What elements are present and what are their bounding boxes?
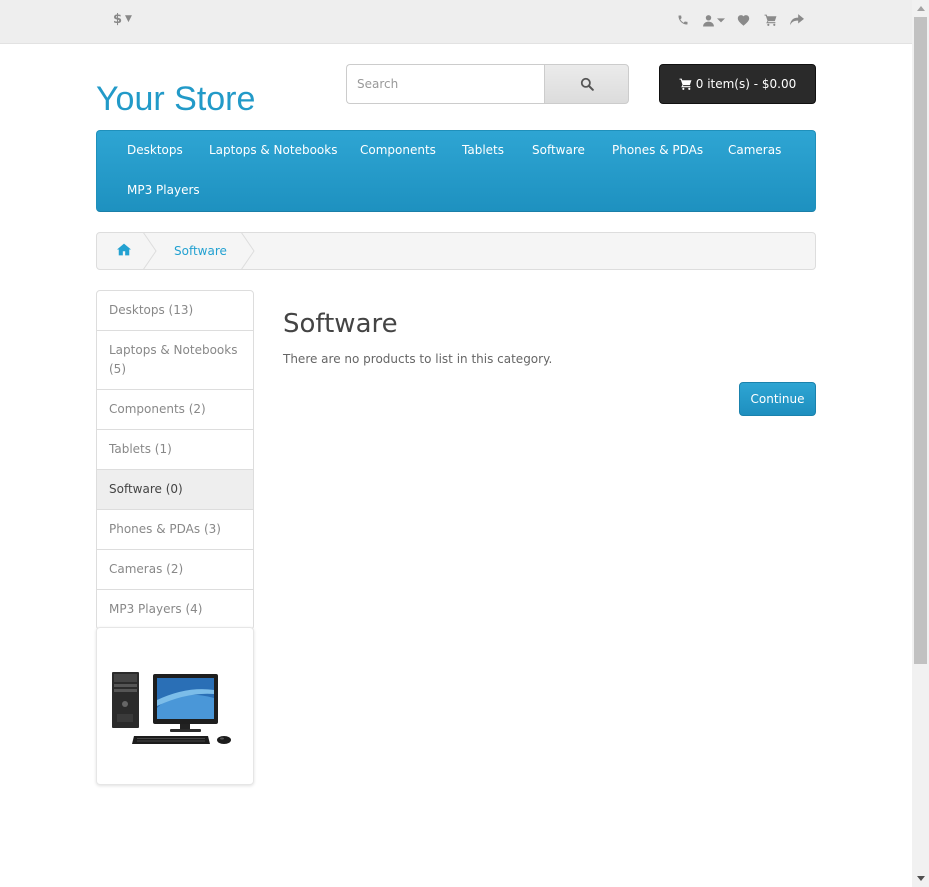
menu-item-software[interactable]: Software: [532, 143, 585, 157]
page-scrollbar[interactable]: [912, 0, 929, 887]
menu-item-phones-pdas[interactable]: Phones & PDAs: [612, 143, 703, 157]
menu-item-mp3-players[interactable]: MP3 Players: [127, 183, 200, 197]
cart-total: 0 item(s) - $0.00: [695, 77, 797, 91]
phone-icon[interactable]: [672, 10, 694, 30]
store-logo[interactable]: Your Store: [96, 80, 255, 119]
breadcrumb: Software: [96, 232, 816, 270]
desktop-banner[interactable]: [96, 627, 254, 785]
scroll-thumb[interactable]: [914, 17, 927, 664]
empty-category-message: There are no products to list in this ca…: [283, 352, 553, 366]
category-item-software[interactable]: Software (0): [96, 470, 254, 510]
menu-item-cameras[interactable]: Cameras: [728, 143, 781, 157]
desktop-computer-image: [112, 672, 231, 744]
category-item-components[interactable]: Components (2): [96, 390, 254, 430]
search-icon: [580, 77, 594, 91]
top-links: [667, 10, 808, 30]
search-button[interactable]: [544, 64, 629, 104]
breadcrumb-item-software[interactable]: Software: [174, 244, 227, 258]
category-item-tablets[interactable]: Tablets (1): [96, 430, 254, 470]
currency-symbol: $: [113, 12, 123, 27]
breadcrumb-separator: [143, 232, 157, 270]
category-item-cameras[interactable]: Cameras (2): [96, 550, 254, 590]
top-bar: $ ▼: [0, 0, 912, 44]
share-icon[interactable]: [786, 10, 808, 30]
cart-icon[interactable]: [759, 10, 781, 30]
menu-item-components[interactable]: Components: [360, 143, 436, 157]
heart-icon[interactable]: [732, 10, 754, 30]
category-item-laptops-notebooks[interactable]: Laptops & Notebooks (5): [96, 331, 254, 390]
breadcrumb-separator: [241, 232, 255, 270]
home-icon[interactable]: [117, 243, 131, 259]
cart-button[interactable]: 0 item(s) - $0.00: [659, 64, 816, 104]
category-list: Desktops (13) Laptops & Notebooks (5) Co…: [96, 290, 254, 630]
caret-down-icon: ▼: [125, 14, 132, 24]
scroll-up-arrow-icon[interactable]: [912, 0, 929, 17]
search-input[interactable]: [346, 64, 555, 104]
currency-dropdown[interactable]: $ ▼: [113, 12, 132, 27]
category-item-desktops[interactable]: Desktops (13): [96, 290, 254, 331]
category-item-mp3-players[interactable]: MP3 Players (4): [96, 590, 254, 630]
cart-icon: [679, 78, 692, 90]
search-group: [346, 64, 629, 104]
category-item-phones-pdas[interactable]: Phones & PDAs (3): [96, 510, 254, 550]
category-menu: Desktops Laptops & Notebooks Components …: [96, 130, 816, 212]
page-title: Software: [283, 309, 398, 339]
menu-item-tablets[interactable]: Tablets: [462, 143, 504, 157]
user-icon[interactable]: [699, 10, 727, 30]
menu-item-laptops-notebooks[interactable]: Laptops & Notebooks: [209, 143, 337, 157]
continue-button[interactable]: Continue: [739, 382, 816, 416]
menu-item-desktops[interactable]: Desktops: [127, 143, 183, 157]
scroll-down-arrow-icon[interactable]: [912, 870, 929, 887]
